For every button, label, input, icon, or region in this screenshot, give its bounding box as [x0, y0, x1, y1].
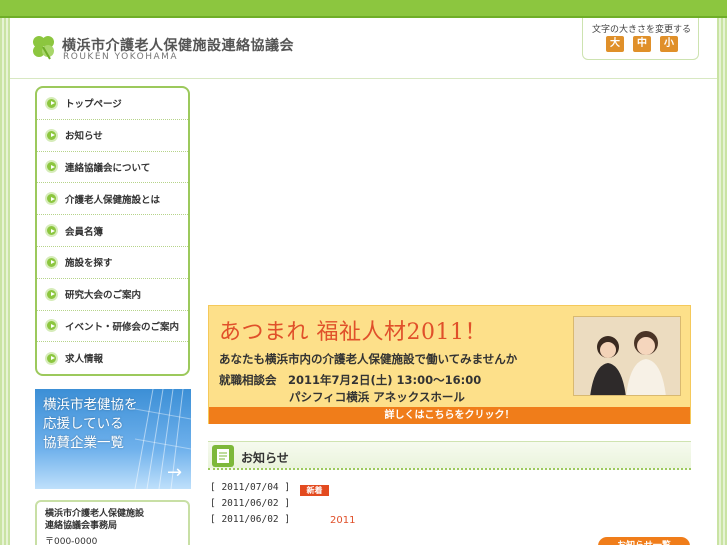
nav-item-label: お知らせ — [65, 131, 103, 143]
arrow-right-icon: → — [167, 462, 183, 483]
news-item-link[interactable]: 2011 — [330, 515, 355, 526]
nav-item-label: 介護老人保健施設とは — [65, 194, 161, 206]
nav-item-jobs[interactable]: 求人情報 — [37, 342, 188, 374]
site-header: 横浜市介護老人保健施設連絡協議会 ROUKEN YOKOHAMA 文字の大きさを… — [10, 18, 717, 80]
nav-item-news[interactable]: お知らせ — [37, 120, 188, 152]
font-size-medium-button[interactable]: 中 — [633, 36, 651, 52]
nav-item-label: 研究大会のご案内 — [65, 290, 142, 302]
arrow-bullet-icon — [45, 224, 58, 238]
clover-logo-icon[interactable] — [30, 34, 56, 60]
office-name-line2: 連絡協議会事務局 — [45, 521, 118, 531]
news-heading: お知らせ — [241, 451, 289, 465]
left-stripe — [0, 18, 10, 545]
banner-lead: あなたも横浜市内の介護老人保健施設で働いてみませんか — [219, 352, 518, 366]
office-info: 横浜市介護老人保健施設 連絡協議会事務局 〒000-0000 — [35, 500, 190, 545]
nav-item-label: トップページ — [65, 99, 122, 111]
people-photo-icon — [574, 317, 680, 395]
nav-item-events[interactable]: イベント・研修会のご案内 — [37, 311, 188, 343]
right-stripe — [717, 18, 727, 545]
header-divider — [10, 78, 717, 79]
nav-item-label: 施設を探す — [65, 258, 113, 270]
site-subtitle: ROUKEN YOKOHAMA — [63, 52, 179, 62]
sponsor-text: 横浜市老健協を 応援している 協賛企業一覧 — [43, 397, 138, 451]
side-navigation: トップページ お知らせ 連絡協議会について 介護老人保健施設とは 会員名簿 施設… — [35, 86, 190, 376]
banner-photo — [573, 316, 681, 396]
font-size-label: 文字の大きさを変更する — [591, 25, 691, 35]
office-name-line1: 横浜市介護老人保健施設 — [45, 509, 145, 519]
nav-item-label: 会員名簿 — [65, 226, 104, 238]
nav-item-label: 連絡協議会について — [65, 162, 151, 174]
nav-item-conference[interactable]: 研究大会のご案内 — [37, 279, 188, 311]
arrow-bullet-icon — [45, 128, 58, 142]
news-more-button[interactable]: お知らせ一覧 — [598, 537, 690, 545]
notepad-icon — [212, 445, 234, 467]
nav-item-top[interactable]: トップページ — [37, 88, 188, 120]
arrow-bullet-icon — [45, 287, 58, 301]
nav-item-about[interactable]: 連絡協議会について — [37, 152, 188, 184]
nav-item-members[interactable]: 会員名簿 — [37, 215, 188, 247]
banner-event: 就職相談会 2011年7月2日(土) 13:00〜16:00 — [219, 373, 482, 387]
news-section-header: お知らせ — [208, 441, 691, 470]
banner-cta-button[interactable]: 詳しくはこちらをクリック！ — [209, 407, 690, 424]
banner-title: あつまれ 福祉人材2011！ — [219, 320, 487, 345]
font-size-switcher: 文字の大きさを変更する 大 中 小 — [582, 18, 699, 60]
nav-item-label: 求人情報 — [65, 354, 104, 366]
news-row-date: [ 2011/06/02 ] — [210, 498, 291, 509]
nav-item-label: イベント・研修会のご案内 — [65, 321, 180, 333]
sponsor-banner[interactable]: 横浜市老健協を 応援している 協賛企業一覧 → — [35, 389, 191, 489]
nav-item-search[interactable]: 施設を探す — [37, 247, 188, 279]
arrow-bullet-icon — [45, 255, 58, 269]
font-size-large-button[interactable]: 大 — [606, 36, 624, 52]
news-row-date: [ 2011/06/02 ] — [210, 514, 291, 525]
font-size-small-button[interactable]: 小 — [660, 36, 678, 52]
news-row-date: [ 2011/07/04 ] — [210, 482, 291, 493]
arrow-bullet-icon — [45, 351, 58, 365]
arrow-bullet-icon — [45, 319, 58, 333]
arrow-bullet-icon — [45, 160, 58, 174]
top-bar — [0, 0, 727, 18]
nav-item-facilities-info[interactable]: 介護老人保健施設とは — [37, 183, 188, 216]
recruitment-banner[interactable]: あつまれ 福祉人材2011！ あなたも横浜市内の介護老人保健施設で働いてみません… — [208, 305, 691, 424]
arrow-bullet-icon — [45, 96, 58, 110]
office-postal: 〒000-0000 — [45, 537, 98, 545]
arrow-bullet-icon — [45, 192, 58, 206]
banner-venue: パシフィコ横浜 アネックスホール — [289, 390, 465, 404]
new-badge: 新着 — [300, 485, 329, 496]
